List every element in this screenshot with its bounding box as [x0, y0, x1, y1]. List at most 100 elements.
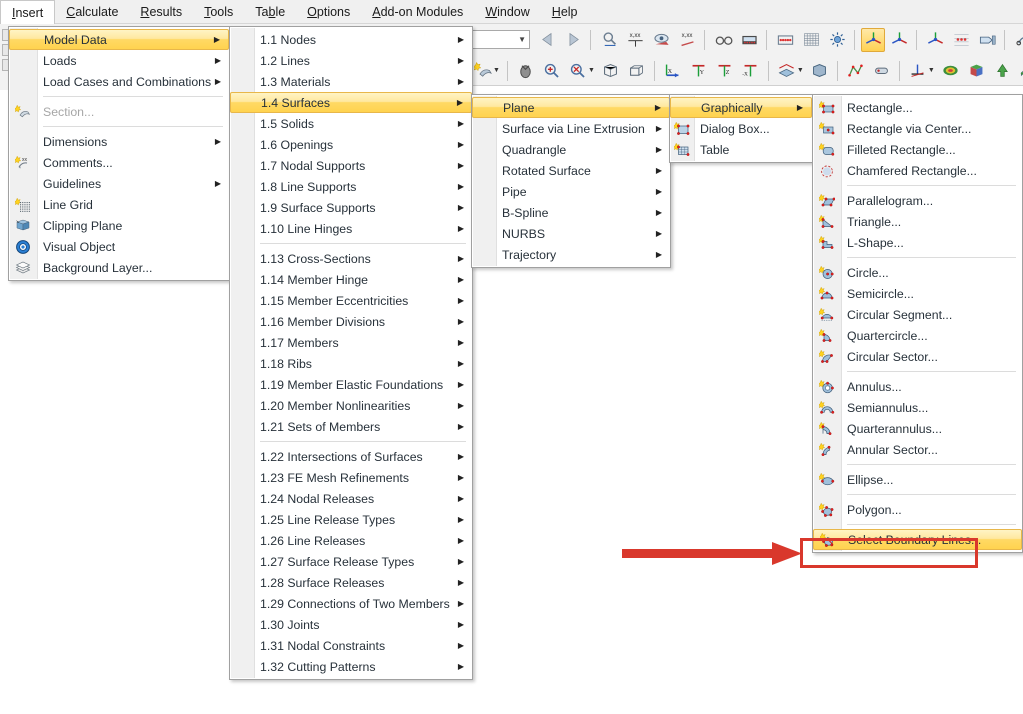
menubar-item-help[interactable]: Help	[541, 0, 589, 23]
menu-insert-item-visual-object[interactable]: Visual Object	[9, 236, 229, 257]
toolbar-plate-icon[interactable]	[1017, 59, 1023, 83]
toolbar-zoom-node-icon[interactable]	[597, 28, 621, 52]
menu-graphically-item-select-boundary-lines[interactable]: Select Boundary Lines...	[813, 529, 1022, 550]
menu-model-data-item-1-28-surface-releases[interactable]: 1.28 Surface Releases▶	[230, 572, 472, 593]
menubar-item-tools[interactable]: Tools	[193, 0, 244, 23]
toolbar-section-plane-icon[interactable]	[775, 59, 799, 83]
toolbar-view-node-icon[interactable]	[649, 28, 673, 52]
toolbar-dim-xx-2-icon[interactable]: x,xx	[675, 28, 699, 52]
menu-model-data-item-1-6-openings[interactable]: 1.6 Openings▶	[230, 134, 472, 155]
menu-graphically-item-l-shape[interactable]: L-Shape...	[813, 232, 1022, 253]
toolbar-member-nodes-icon[interactable]	[844, 59, 868, 83]
menu-surfaces-item-nurbs[interactable]: NURBS▶	[472, 223, 670, 244]
menu-graphically-item-chamfered-rectangle[interactable]: Chamfered Rectangle...	[813, 160, 1022, 181]
menu-graphically-item-semicircle[interactable]: Semicircle...	[813, 283, 1022, 304]
toolbar-box-view-icon[interactable]	[599, 59, 623, 83]
menubar-item-options[interactable]: Options	[296, 0, 361, 23]
menu-plane-item-graphically[interactable]: Graphically▶	[670, 97, 812, 118]
menu-graphically-item-semiannulus[interactable]: Semiannulus...	[813, 397, 1022, 418]
toolbar-sun-icon[interactable]	[825, 28, 849, 52]
menu-model-data-item-1-10-line-hinges[interactable]: 1.10 Line Hinges▶	[230, 218, 472, 239]
menu-insert-item-guidelines[interactable]: Guidelines▶	[9, 173, 229, 194]
toolbar-axis-negx-icon[interactable]: -X	[739, 59, 763, 83]
menu-model-data-item-1-18-ribs[interactable]: 1.18 Ribs▶	[230, 353, 472, 374]
toolbar-axis-z-icon[interactable]: Z	[713, 59, 737, 83]
toolbar-surface-mesh-icon[interactable]	[799, 28, 823, 52]
toolbar-cube-color-icon[interactable]	[965, 59, 989, 83]
menu-insert-item-loads[interactable]: Loads▶	[9, 50, 229, 71]
toolbar-axis-y-icon[interactable]: Y	[687, 59, 711, 83]
menu-insert-item-comments[interactable]: xxComments...	[9, 152, 229, 173]
menu-graphically-item-annulus[interactable]: Annulus...	[813, 376, 1022, 397]
menu-model-data-item-1-14-member-hinge[interactable]: 1.14 Member Hinge▶	[230, 269, 472, 290]
menu-graphically-item-quartercircle[interactable]: Quartercircle...	[813, 325, 1022, 346]
chevron-down-icon[interactable]: ▼	[588, 67, 595, 74]
menu-model-data-item-1-32-cutting-patterns[interactable]: 1.32 Cutting Patterns▶	[230, 656, 472, 677]
toolbar-zoom-in-icon[interactable]	[540, 59, 564, 83]
menubar-item-window[interactable]: Window	[474, 0, 540, 23]
toolbar-axes-xyz-2-icon[interactable]	[887, 28, 911, 52]
menu-surfaces-item-quadrangle[interactable]: Quadrangle▶	[472, 139, 670, 160]
menu-surfaces-item-b-spline[interactable]: B-Spline▶	[472, 202, 670, 223]
menu-insert-item-background-layer[interactable]: Background Layer...	[9, 257, 229, 278]
menu-plane-item-dialog-box[interactable]: Dialog Box...	[670, 118, 812, 139]
menubar-item-results[interactable]: Results	[129, 0, 193, 23]
menu-graphically-item-filleted-rectangle[interactable]: Filleted Rectangle...	[813, 139, 1022, 160]
toolbar-contour-icon[interactable]	[939, 59, 963, 83]
menu-graphically-item-circle[interactable]: Circle...	[813, 262, 1022, 283]
menu-surfaces-item-trajectory[interactable]: Trajectory▶	[472, 244, 670, 265]
menu-graphically-item-rectangle-via-center[interactable]: Rectangle via Center...	[813, 118, 1022, 139]
menu-insert-item-line-grid[interactable]: Line Grid	[9, 194, 229, 215]
toolbar-axes-xyz-3-icon[interactable]	[923, 28, 947, 52]
menu-model-data-item-1-21-sets-of-members[interactable]: 1.21 Sets of Members▶	[230, 416, 472, 437]
toolbar-combo[interactable]: ▼	[470, 30, 530, 49]
toolbar-render-solid-icon[interactable]	[737, 28, 761, 52]
menu-graphically-item-annular-sector[interactable]: Annular Sector...	[813, 439, 1022, 460]
menu-model-data-item-1-24-nodal-releases[interactable]: 1.24 Nodal Releases▶	[230, 488, 472, 509]
toolbar-dim-xx-icon[interactable]: x,xx	[623, 28, 647, 52]
menu-surfaces-item-pipe[interactable]: Pipe▶	[472, 181, 670, 202]
toolbar-perspective-icon[interactable]	[625, 59, 649, 83]
menu-model-data-item-1-19-member-elastic-foundations[interactable]: 1.19 Member Elastic Foundations▶	[230, 374, 472, 395]
menu-graphically-item-quarterannulus[interactable]: Quarterannulus...	[813, 418, 1022, 439]
menu-graphically-item-parallelogram[interactable]: Parallelogram...	[813, 190, 1022, 211]
menu-insert-item-clipping-plane[interactable]: Clipping Plane	[9, 215, 229, 236]
menubar-item-table[interactable]: Table	[244, 0, 296, 23]
menu-graphically-item-rectangle[interactable]: Rectangle...	[813, 97, 1022, 118]
menu-insert-item-model-data[interactable]: Model Data▶	[9, 29, 229, 50]
toolbar-capsule-icon[interactable]	[870, 59, 894, 83]
menu-model-data-item-1-8-line-supports[interactable]: 1.8 Line Supports▶	[230, 176, 472, 197]
menu-model-data-item-1-16-member-divisions[interactable]: 1.16 Member Divisions▶	[230, 311, 472, 332]
menu-graphically-item-ellipse[interactable]: Ellipse...	[813, 469, 1022, 490]
menu-model-data-item-1-1-nodes[interactable]: 1.1 Nodes▶	[230, 29, 472, 50]
menubar-item-insert[interactable]: Insert	[0, 0, 55, 24]
menu-model-data-item-1-17-members[interactable]: 1.17 Members▶	[230, 332, 472, 353]
toolbar-nav-back-icon[interactable]	[535, 28, 559, 52]
menu-model-data-item-1-27-surface-release-types[interactable]: 1.27 Surface Release Types▶	[230, 551, 472, 572]
toolbar-support-icon[interactable]	[906, 59, 930, 83]
menu-graphically-item-circular-segment[interactable]: Circular Segment...	[813, 304, 1022, 325]
menu-model-data-item-1-7-nodal-supports[interactable]: 1.7 Nodal Supports▶	[230, 155, 472, 176]
chevron-down-icon[interactable]: ▼	[493, 67, 500, 74]
menubar-item-calculate[interactable]: Calculate	[55, 0, 129, 23]
menu-model-data-item-1-22-intersections-of-surfaces[interactable]: 1.22 Intersections of Surfaces▶	[230, 446, 472, 467]
menu-model-data-item-1-23-fe-mesh-refinements[interactable]: 1.23 FE Mesh Refinements▶	[230, 467, 472, 488]
menu-model-data-item-1-25-line-release-types[interactable]: 1.25 Line Release Types▶	[230, 509, 472, 530]
menu-insert-item-dimensions[interactable]: Dimensions▶	[9, 131, 229, 152]
menu-surfaces-item-plane[interactable]: Plane▶	[472, 97, 670, 118]
menu-surfaces-item-surface-via-line-extrusion[interactable]: Surface via Line Extrusion▶	[472, 118, 670, 139]
menu-model-data-item-1-4-surfaces[interactable]: 1.4 Surfaces▶	[230, 92, 472, 113]
menu-model-data-item-1-26-line-releases[interactable]: 1.26 Line Releases▶	[230, 530, 472, 551]
menu-model-data-item-1-3-materials[interactable]: 1.3 Materials▶	[230, 71, 472, 92]
toolbar-glasses-icon[interactable]	[711, 28, 735, 52]
toolbar-nav-forward-icon[interactable]	[561, 28, 585, 52]
toolbar-solid-view-icon[interactable]	[808, 59, 832, 83]
menu-model-data-item-1-29-connections-of-two-members[interactable]: 1.29 Connections of Two Members▶	[230, 593, 472, 614]
chevron-down-icon[interactable]: ▼	[797, 67, 804, 74]
toolbar-insert-object-icon[interactable]	[471, 59, 495, 83]
toolbar-axis-x-icon[interactable]: X	[661, 59, 685, 83]
menu-insert-item-load-cases-and-combinations[interactable]: Load Cases and Combinations▶	[9, 71, 229, 92]
toolbar-arrow-up-icon[interactable]	[991, 59, 1015, 83]
menu-model-data-item-1-20-member-nonlinearities[interactable]: 1.20 Member Nonlinearities▶	[230, 395, 472, 416]
menubar-item-add-on-modules[interactable]: Add-on Modules	[361, 0, 474, 23]
